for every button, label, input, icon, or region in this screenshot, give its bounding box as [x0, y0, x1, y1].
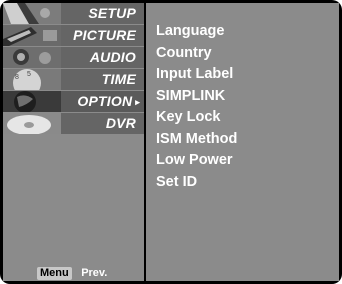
submenu-panel: Language Country Input Label SIMPLINK Ke… [146, 3, 339, 281]
menu-item-label: AUDIO [89, 49, 136, 65]
option-submenu-list: Language Country Input Label SIMPLINK Ke… [156, 21, 237, 193]
prev-hint-label: Prev. [81, 267, 108, 279]
dvr-thumbnail-icon [3, 113, 61, 134]
menu-item-label: PICTURE [73, 27, 136, 43]
svg-text:8: 8 [15, 74, 19, 81]
submenu-item-country[interactable]: Country [156, 43, 237, 65]
menu-item-label: SETUP [88, 5, 136, 21]
submenu-item-input-label[interactable]: Input Label [156, 64, 237, 86]
menu-item-picture[interactable]: PICTURE [3, 25, 144, 46]
setup-thumbnail-icon [3, 3, 61, 24]
main-menu-panel: SETUP PICTURE AUDIO 8 5 TIME OPTION ▸ DV… [3, 3, 144, 281]
menu-item-label: TIME [101, 71, 136, 87]
submenu-item-set-id[interactable]: Set ID [156, 172, 237, 194]
submenu-arrow-icon: ▸ [135, 97, 140, 107]
option-thumbnail-icon [3, 91, 61, 112]
menu-item-label: OPTION ▸ [77, 93, 140, 109]
menu-item-dvr[interactable]: DVR [3, 113, 144, 134]
audio-thumbnail-icon [3, 47, 61, 68]
menu-item-time[interactable]: 8 5 TIME [3, 69, 144, 90]
menu-item-label: DVR [105, 115, 136, 131]
submenu-item-ism-method[interactable]: ISM Method [156, 129, 237, 151]
menu-key-badge: Menu [37, 267, 72, 280]
time-thumbnail-icon: 8 5 [3, 69, 61, 90]
menu-item-audio[interactable]: AUDIO [3, 47, 144, 68]
svg-text:5: 5 [27, 71, 31, 78]
submenu-item-language[interactable]: Language [156, 21, 237, 43]
menu-item-option[interactable]: OPTION ▸ [3, 91, 144, 112]
submenu-item-key-lock[interactable]: Key Lock [156, 107, 237, 129]
picture-thumbnail-icon [3, 25, 61, 46]
hint-bar: Menu Prev. [37, 263, 107, 280]
tv-osd-menu: SETUP PICTURE AUDIO 8 5 TIME OPTION ▸ DV… [0, 0, 342, 284]
menu-item-setup[interactable]: SETUP [3, 3, 144, 24]
submenu-item-low-power[interactable]: Low Power [156, 150, 237, 172]
main-menu-list: SETUP PICTURE AUDIO 8 5 TIME OPTION ▸ DV… [3, 3, 144, 135]
submenu-item-simplink[interactable]: SIMPLINK [156, 86, 237, 108]
